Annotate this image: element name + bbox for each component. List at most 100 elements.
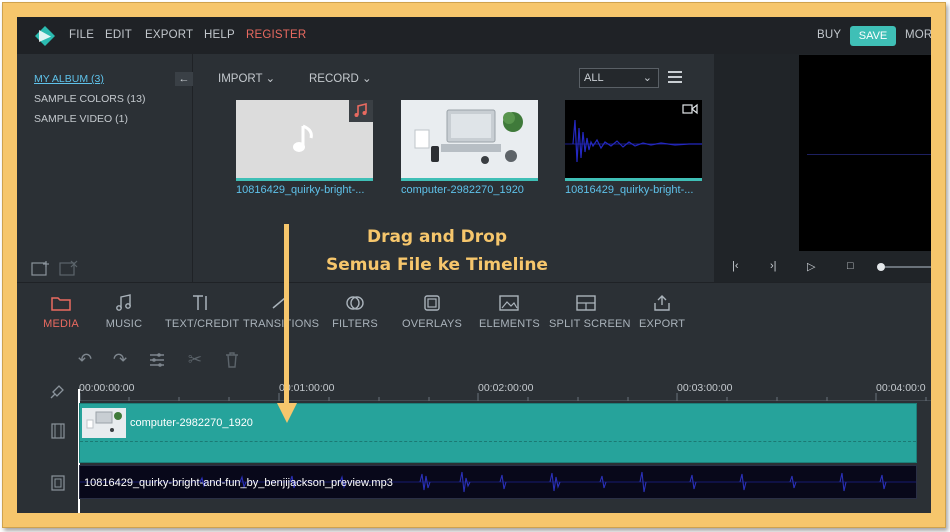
album-item-sample-colors[interactable]: SAMPLE COLORS (13) bbox=[34, 93, 145, 105]
delete-folder-icon[interactable] bbox=[59, 260, 79, 278]
overlays-icon bbox=[424, 295, 440, 311]
tab-label: MUSIC bbox=[105, 318, 143, 330]
thumbnail-selection-bar bbox=[565, 178, 702, 181]
video-badge-icon bbox=[682, 103, 698, 115]
cut-icon[interactable]: ✂ bbox=[185, 350, 205, 370]
save-button[interactable]: SAVE bbox=[850, 26, 896, 46]
menu-export[interactable]: EXPORT bbox=[145, 29, 193, 41]
drag-arrow-shaft bbox=[284, 224, 289, 404]
tab-transitions[interactable]: TRANSITIONS bbox=[243, 283, 320, 339]
delete-icon[interactable] bbox=[222, 350, 242, 370]
undo-icon[interactable]: ↶ bbox=[75, 350, 95, 370]
play-icon[interactable]: ▷ bbox=[807, 260, 815, 273]
timeline: 00:00:00:00 00:01:00:00 00:02:00:00 00:0… bbox=[17, 379, 931, 513]
menu-edit[interactable]: EDIT bbox=[105, 29, 132, 41]
media-thumbnail-image[interactable] bbox=[401, 100, 538, 178]
clip-thumbnail bbox=[82, 408, 126, 438]
ruler-ticks bbox=[79, 393, 927, 401]
preview-screen bbox=[799, 55, 931, 251]
annotation-text: Drag and Drop Semua File ke Timeline bbox=[313, 223, 561, 279]
tab-label: ELEMENTS bbox=[479, 318, 540, 330]
media-label: 10816429_quirky-bright-... bbox=[236, 184, 365, 196]
filters-icon bbox=[346, 296, 364, 310]
tab-label: TEXT/CREDIT bbox=[165, 318, 240, 330]
tab-label: FILTERS bbox=[332, 318, 378, 330]
record-label: RECORD bbox=[309, 73, 359, 85]
chevron-down-icon: ⌄ bbox=[642, 72, 652, 84]
preview-waveform-line bbox=[807, 154, 931, 155]
magnet-link-icon[interactable] bbox=[49, 382, 67, 400]
preview-panel: |‹ ›| ▷ □ bbox=[714, 54, 931, 282]
tab-elements[interactable]: ELEMENTS bbox=[479, 283, 540, 339]
record-dropdown[interactable]: RECORD ⌄ bbox=[309, 71, 372, 85]
collapse-panel-icon[interactable]: ← bbox=[175, 72, 193, 86]
split-screen-icon bbox=[576, 295, 596, 311]
audio-track-icon bbox=[51, 475, 65, 491]
tab-overlays[interactable]: OVERLAYS bbox=[401, 283, 463, 339]
annotation-line-1: Drag and Drop bbox=[366, 227, 508, 247]
audio-clip-label: 10816429_quirky-bright-and-fun_by_benjij… bbox=[84, 477, 393, 489]
tab-export[interactable]: EXPORT bbox=[639, 283, 685, 339]
chevron-down-icon: ⌄ bbox=[265, 73, 276, 85]
video-clip-label: computer-2982270_1920 bbox=[130, 417, 253, 429]
tab-label: OVERLAYS bbox=[401, 318, 463, 330]
add-folder-icon[interactable] bbox=[31, 260, 51, 278]
tab-label: TRANSITIONS bbox=[243, 318, 320, 330]
menu-bar: FILE EDIT EXPORT HELP REGISTER BUY SAVE … bbox=[17, 17, 931, 54]
video-editor-window: FILE EDIT EXPORT HELP REGISTER BUY SAVE … bbox=[17, 17, 931, 513]
media-filter-select[interactable]: ALL ⌄ bbox=[579, 68, 659, 88]
chevron-down-icon: ⌄ bbox=[362, 73, 372, 85]
redo-icon[interactable]: ↷ bbox=[110, 350, 130, 370]
folder-icon bbox=[51, 297, 71, 311]
video-clip[interactable]: computer-2982270_1920 bbox=[79, 403, 917, 463]
thumbnail-selection-bar bbox=[236, 178, 373, 181]
music-note-icon bbox=[293, 124, 313, 152]
media-label: 10816429_quirky-bright-... bbox=[565, 184, 694, 196]
media-thumbnail-audio-2[interactable] bbox=[565, 100, 702, 178]
audio-clip[interactable]: 10816429_quirky-bright-and-fun_by_benjij… bbox=[79, 465, 917, 499]
annotation-line-2: Semua File ke Timeline bbox=[326, 255, 548, 275]
tab-text-credit[interactable]: TEXT/CREDIT bbox=[165, 283, 240, 339]
import-label: IMPORT bbox=[218, 73, 263, 85]
desk-photo-image bbox=[401, 100, 538, 178]
album-item-my-album[interactable]: MY ALBUM (3) bbox=[34, 73, 104, 85]
next-frame-icon[interactable]: ›| bbox=[770, 260, 777, 272]
progress-track[interactable] bbox=[885, 266, 931, 268]
tab-filters[interactable]: FILTERS bbox=[331, 283, 379, 339]
album-panel: MY ALBUM (3) SAMPLE COLORS (13) SAMPLE V… bbox=[17, 54, 193, 282]
elements-icon bbox=[499, 295, 519, 311]
menu-file[interactable]: FILE bbox=[69, 29, 94, 41]
media-label: computer-2982270_1920 bbox=[401, 184, 524, 196]
export-icon bbox=[654, 295, 670, 311]
list-view-icon[interactable] bbox=[668, 71, 682, 83]
tab-label: SPLIT SCREEN bbox=[549, 318, 631, 330]
edit-toolbar: ↶ ↷ ✂ bbox=[17, 339, 931, 379]
menu-register[interactable]: REGISTER bbox=[246, 29, 306, 41]
import-dropdown[interactable]: IMPORT ⌄ bbox=[218, 71, 275, 85]
thumbnail-selection-bar bbox=[401, 178, 538, 181]
tab-music[interactable]: MUSIC bbox=[101, 283, 147, 339]
stop-icon[interactable]: □ bbox=[847, 260, 854, 272]
clip-divider bbox=[80, 441, 916, 442]
music-icon bbox=[116, 294, 131, 311]
video-track-icon bbox=[51, 423, 65, 439]
media-filter-value: ALL bbox=[584, 72, 604, 84]
media-thumbnail-audio-1[interactable] bbox=[236, 100, 373, 178]
prev-frame-icon[interactable]: |‹ bbox=[732, 260, 739, 272]
menu-help[interactable]: HELP bbox=[204, 29, 235, 41]
music-badge-icon bbox=[349, 100, 373, 122]
tool-tabs: MEDIA MUSIC TEXT/CREDIT TRANSITIONS FILT… bbox=[17, 282, 931, 338]
playhead-slider-knob[interactable] bbox=[877, 263, 885, 271]
text-icon bbox=[193, 295, 207, 310]
album-item-sample-video[interactable]: SAMPLE VIDEO (1) bbox=[34, 113, 128, 125]
drag-arrow-head-icon bbox=[277, 403, 297, 423]
adjust-icon[interactable] bbox=[147, 350, 167, 370]
screenshot-frame: FILE EDIT EXPORT HELP REGISTER BUY SAVE … bbox=[2, 2, 946, 528]
more-button[interactable]: MOR bbox=[905, 29, 931, 41]
timeline-ruler[interactable]: 00:00:00:00 00:01:00:00 00:02:00:00 00:0… bbox=[79, 379, 931, 401]
tab-split-screen[interactable]: SPLIT SCREEN bbox=[549, 283, 631, 339]
tab-media[interactable]: MEDIA bbox=[39, 283, 83, 339]
tab-label: EXPORT bbox=[639, 318, 686, 330]
tab-label: MEDIA bbox=[43, 318, 79, 330]
buy-button[interactable]: BUY bbox=[817, 29, 841, 41]
